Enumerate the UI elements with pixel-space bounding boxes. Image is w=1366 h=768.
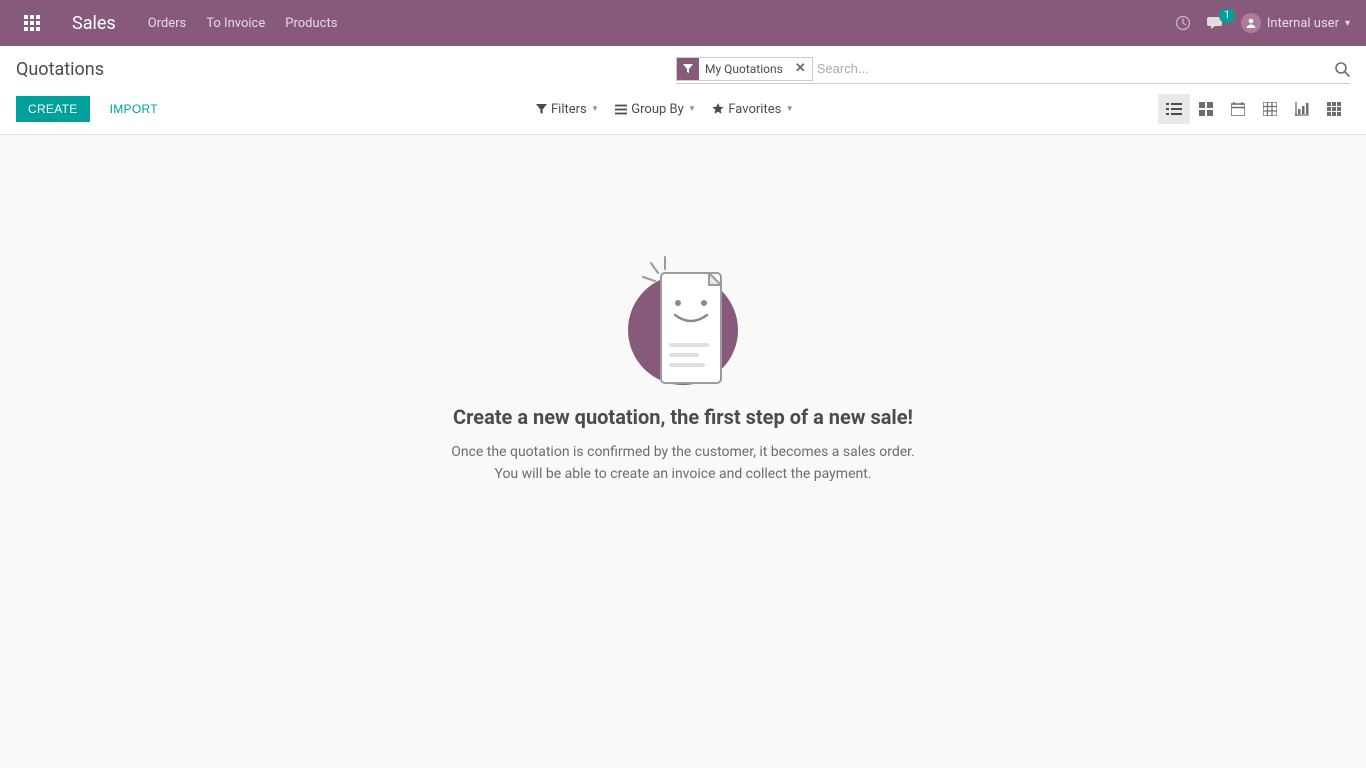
filter-icon: [677, 58, 699, 80]
nav-menu-to-invoice[interactable]: To Invoice: [206, 16, 265, 31]
filters-label: Filters: [551, 102, 587, 117]
groupby-label: Group By: [631, 102, 684, 117]
control-panel: Quotations My Quotations ✕ Create Import: [0, 46, 1366, 135]
user-name: Internal user: [1267, 16, 1339, 31]
caret-down-icon: ▾: [690, 104, 695, 114]
caret-down-icon: ▾: [593, 104, 598, 114]
facet-remove-icon[interactable]: ✕: [789, 61, 812, 76]
search-input[interactable]: [817, 57, 1328, 81]
groupby-menu[interactable]: Group By ▾: [615, 102, 694, 117]
conversations-icon[interactable]: 1: [1207, 15, 1225, 31]
search-icon[interactable]: [1334, 61, 1350, 77]
avatar: [1241, 13, 1261, 33]
import-button[interactable]: Import: [98, 96, 170, 122]
top-nav: Sales Orders To Invoice Products 1 Inter…: [0, 0, 1366, 46]
empty-state-text: Once the quotation is confirmed by the c…: [451, 441, 915, 486]
create-button[interactable]: Create: [16, 96, 90, 122]
apps-icon[interactable]: [16, 7, 48, 39]
nav-menu-products[interactable]: Products: [285, 16, 337, 31]
nav-menu-orders[interactable]: Orders: [148, 16, 187, 31]
empty-state-line2: You will be able to create an invoice an…: [451, 463, 915, 485]
caret-down-icon: ▾: [787, 104, 792, 114]
user-menu[interactable]: Internal user ▾: [1241, 13, 1350, 33]
topnav-right: 1 Internal user ▾: [1175, 13, 1350, 33]
view-calendar-icon[interactable]: [1222, 94, 1254, 124]
favorites-menu[interactable]: Favorites ▾: [712, 102, 792, 117]
caret-down-icon: ▾: [1345, 18, 1350, 29]
view-activity-icon[interactable]: [1318, 94, 1350, 124]
conversations-badge: 1: [1219, 9, 1235, 23]
view-graph-icon[interactable]: [1286, 94, 1318, 124]
view-list-icon[interactable]: [1158, 94, 1190, 124]
view-switcher: [1158, 94, 1350, 124]
search-facet-my-quotations: My Quotations ✕: [676, 57, 813, 81]
empty-illustration: [623, 255, 743, 385]
search-bar: My Quotations ✕: [676, 54, 1350, 84]
empty-state: Create a new quotation, the first step o…: [0, 255, 1366, 486]
view-pivot-icon[interactable]: [1254, 94, 1286, 124]
facet-label: My Quotations: [699, 62, 789, 76]
clock-icon[interactable]: [1175, 15, 1191, 31]
nav-menu: Orders To Invoice Products: [148, 16, 338, 31]
empty-state-line1: Once the quotation is confirmed by the c…: [451, 441, 915, 463]
app-brand[interactable]: Sales: [72, 13, 116, 34]
filters-menu[interactable]: Filters ▾: [536, 102, 597, 117]
empty-state-title: Create a new quotation, the first step o…: [453, 405, 913, 429]
breadcrumb: Quotations: [16, 59, 104, 80]
view-kanban-icon[interactable]: [1190, 94, 1222, 124]
favorites-label: Favorites: [728, 102, 781, 117]
